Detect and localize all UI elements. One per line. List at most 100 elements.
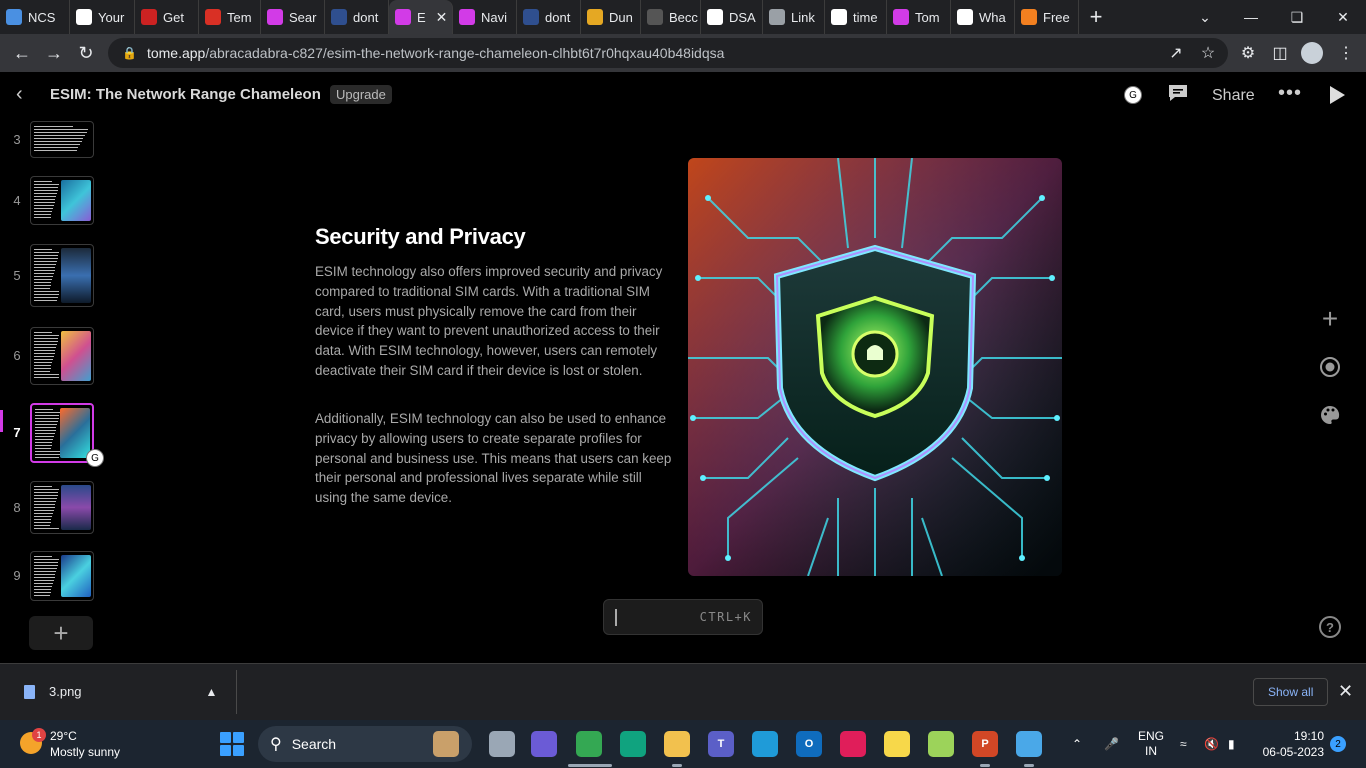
download-item[interactable]: 3.png ▲ — [24, 684, 217, 699]
microphone-icon[interactable]: 🎤 — [1104, 720, 1119, 768]
upgrade-button[interactable]: Upgrade — [330, 85, 392, 104]
chevron-up-tray-icon[interactable]: ⌃ — [1072, 720, 1082, 768]
slide-paragraph-2[interactable]: Additionally, ESIM technology can also b… — [315, 409, 675, 508]
minimize-button[interactable]: — — [1228, 0, 1274, 34]
language-line2: IN — [1145, 744, 1157, 758]
share-button[interactable]: Share — [1212, 87, 1255, 105]
chrome-menu-icon[interactable]: ⋮ — [1330, 37, 1362, 69]
notepad-plus-icon[interactable] — [928, 731, 954, 757]
comments-icon[interactable] — [1167, 83, 1189, 103]
battery-icon[interactable]: ▮ — [1228, 720, 1235, 768]
browser-tab[interactable]: Navi — [453, 0, 517, 34]
browser-tab[interactable]: Dun — [581, 0, 641, 34]
chevron-up-icon[interactable]: ▲ — [206, 685, 218, 699]
slide-thumbnail[interactable] — [30, 551, 94, 601]
extensions-icon[interactable]: ⚙ — [1232, 37, 1264, 69]
browser-tab[interactable]: dont — [517, 0, 581, 34]
start-button[interactable] — [220, 732, 244, 756]
browser-tab[interactable]: Your — [70, 0, 135, 34]
thumbnail-image — [61, 555, 91, 597]
browser-tab[interactable]: NCS — [0, 0, 70, 34]
weather-widget[interactable]: 1 29°C Mostly sunny — [20, 728, 120, 760]
slide-thumbnail[interactable] — [30, 244, 94, 307]
slide-thumbnail[interactable] — [30, 121, 94, 158]
add-tile-icon[interactable]: + — [1316, 303, 1344, 334]
share-page-icon[interactable]: ↗ — [1160, 37, 1192, 69]
tab-label: Tem — [227, 9, 252, 25]
teams-icon[interactable]: T — [708, 731, 734, 757]
forward-icon[interactable]: → — [38, 37, 70, 69]
slide-thumbnail[interactable] — [30, 176, 94, 225]
tab-label: dont — [353, 9, 379, 25]
browser-tab[interactable]: Get — [135, 0, 199, 34]
browser-tab[interactable]: Link — [763, 0, 825, 34]
help-icon[interactable]: ? — [1319, 616, 1341, 638]
slack-icon[interactable] — [840, 731, 866, 757]
new-tab-button[interactable]: + — [1079, 0, 1113, 34]
browser-tab[interactable]: Becc — [641, 0, 701, 34]
thumbnail-image — [61, 485, 91, 530]
reload-icon[interactable]: ↻ — [70, 37, 102, 69]
address-bar[interactable]: 🔒 tome.app/abracadabra-c827/esim-the-net… — [108, 38, 1228, 68]
tab-label: DSA — [729, 9, 756, 25]
lock-icon: 🔒 — [122, 46, 137, 60]
show-all-button[interactable]: Show all — [1253, 678, 1329, 706]
back-chevron-icon[interactable]: ‹ — [16, 83, 23, 106]
theme-palette-icon[interactable] — [1316, 401, 1344, 429]
file-explorer-mini-icon[interactable] — [433, 731, 459, 757]
present-play-icon[interactable] — [1328, 85, 1346, 110]
command-bar[interactable]: CTRL+K — [603, 599, 763, 635]
slide-thumbnail[interactable] — [30, 481, 94, 534]
file-explorer-icon[interactable] — [664, 731, 690, 757]
search-label: Search — [291, 736, 337, 752]
command-caret — [615, 609, 617, 626]
slide-thumbnail[interactable] — [30, 403, 94, 463]
slide-thumbnail[interactable] — [30, 327, 94, 385]
edge-icon[interactable] — [752, 731, 778, 757]
language-indicator[interactable]: ENG IN — [1138, 729, 1164, 759]
browser-tab[interactable]: Tem — [199, 0, 261, 34]
browser-tab[interactable]: dont — [325, 0, 389, 34]
close-tab-icon[interactable]: ✕ — [436, 9, 448, 26]
tab-search-icon[interactable]: ⌄ — [1182, 0, 1228, 34]
side-panel-icon[interactable]: ◫ — [1264, 37, 1296, 69]
sticky-notes-icon[interactable] — [884, 731, 910, 757]
browser-tab[interactable]: Wha — [951, 0, 1015, 34]
task-view-icon[interactable] — [489, 731, 515, 757]
browser-tab[interactable]: DSA — [701, 0, 763, 34]
collaborator-avatar[interactable]: G — [1124, 86, 1142, 104]
outlook-icon[interactable]: O — [796, 731, 822, 757]
browser-tab[interactable]: Free — [1015, 0, 1079, 34]
slide-paragraph-1[interactable]: ESIM technology also offers improved sec… — [315, 262, 675, 381]
taskbar-clock[interactable]: 19:10 06-05-2023 — [1254, 728, 1324, 760]
notification-badge[interactable]: 2 — [1330, 736, 1346, 752]
document-title[interactable]: ESIM: The Network Range Chameleon — [50, 86, 321, 103]
add-slide-button[interactable]: + — [29, 616, 93, 650]
browser-tab[interactable]: Sear — [261, 0, 325, 34]
tab-label: time — [853, 9, 878, 25]
more-options-icon[interactable]: ••• — [1278, 82, 1302, 105]
security-shield-image[interactable] — [688, 158, 1062, 576]
profile-avatar[interactable] — [1296, 37, 1328, 69]
browser-tab[interactable]: E ✕ — [389, 0, 453, 34]
powerpoint-icon[interactable]: P — [972, 731, 998, 757]
browser-tab[interactable]: Tom — [887, 0, 951, 34]
restore-button[interactable]: ❏ — [1274, 0, 1320, 34]
chatgpt-icon[interactable] — [620, 731, 646, 757]
chrome-icon[interactable] — [576, 731, 602, 757]
browser-toolbar: ← → ↻ 🔒 tome.app/abracadabra-c827/esim-t… — [0, 34, 1366, 72]
notepad-icon[interactable] — [1016, 731, 1042, 757]
record-icon[interactable] — [1316, 353, 1344, 381]
browser-tab[interactable]: time — [825, 0, 887, 34]
clock-time: 19:10 — [1293, 729, 1324, 743]
tab-label: Dun — [609, 9, 633, 25]
wifi-icon[interactable]: ≈ — [1180, 720, 1187, 768]
slide-title[interactable]: Security and Privacy — [315, 224, 526, 250]
close-downloads-icon[interactable]: ✕ — [1338, 681, 1353, 702]
back-icon[interactable]: ← — [6, 37, 38, 69]
pt-favicon-icon — [523, 9, 539, 25]
close-window-button[interactable]: ✕ — [1320, 0, 1366, 34]
meet-icon[interactable] — [531, 731, 557, 757]
volume-muted-icon[interactable]: 🔇 — [1204, 720, 1219, 768]
bookmark-star-icon[interactable]: ☆ — [1192, 37, 1224, 69]
